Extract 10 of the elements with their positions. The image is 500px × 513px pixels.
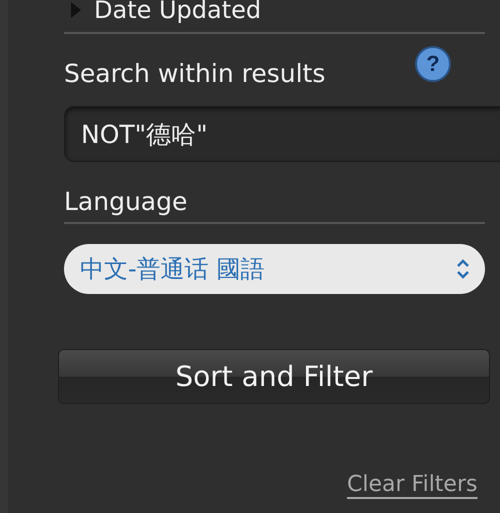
search-field[interactable]: NOT"德哈" xyxy=(64,106,500,162)
sort-and-filter-button[interactable]: Sort and Filter xyxy=(58,349,490,404)
expand-triangle-icon[interactable] xyxy=(70,2,82,18)
sort-option-label[interactable]: Date Updated xyxy=(94,0,262,24)
language-select[interactable]: 中文-普通话 國語 xyxy=(64,244,485,294)
help-button[interactable]: ? xyxy=(415,46,451,82)
chevron-updown-icon xyxy=(455,257,471,281)
clear-filters-link[interactable]: Clear Filters xyxy=(347,472,478,497)
language-label: Language xyxy=(64,186,188,218)
search-label: Search within results xyxy=(64,58,326,90)
